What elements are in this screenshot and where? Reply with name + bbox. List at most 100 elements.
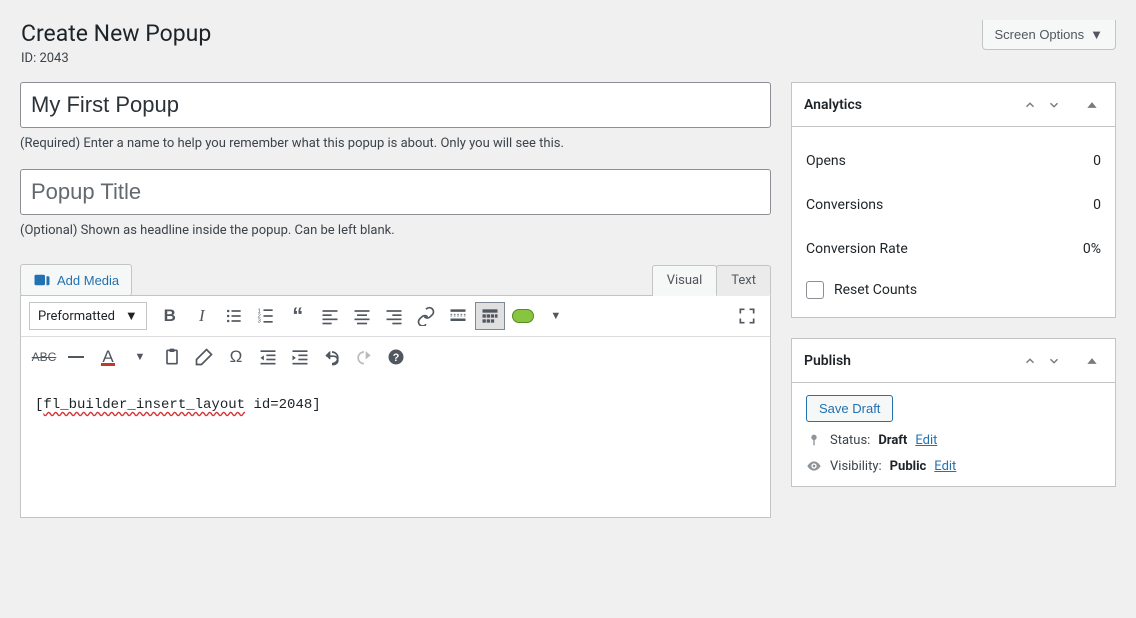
text-color-dropdown-button[interactable]: ▼: [125, 343, 155, 371]
status-value: Draft: [878, 433, 907, 448]
fullscreen-icon: [737, 306, 757, 326]
media-icon: [33, 271, 51, 289]
outdent-button[interactable]: [253, 343, 283, 371]
strikethrough-button[interactable]: ABC: [29, 343, 59, 371]
clear-formatting-button[interactable]: [189, 343, 219, 371]
toolbar-toggle-icon: [480, 306, 500, 326]
title-helper-text: (Optional) Shown as headline inside the …: [20, 223, 771, 238]
format-select-label: Preformatted: [38, 309, 115, 324]
status-label: Status:: [830, 433, 870, 448]
caret-down-icon: ▼: [550, 310, 561, 322]
omega-icon: Ω: [230, 347, 243, 367]
bullet-list-button[interactable]: [219, 302, 249, 330]
align-center-button[interactable]: [347, 302, 377, 330]
add-media-label: Add Media: [57, 273, 119, 288]
italic-button[interactable]: I: [187, 302, 217, 330]
chevron-up-icon: [1023, 98, 1037, 112]
svg-text:?: ?: [393, 352, 400, 364]
toggle-panel-button[interactable]: [1081, 94, 1103, 116]
link-button[interactable]: [411, 302, 441, 330]
numbered-list-icon: 123: [256, 306, 276, 326]
move-down-button[interactable]: [1043, 94, 1065, 116]
pin-icon: [806, 432, 822, 448]
visibility-label: Visibility:: [830, 459, 882, 474]
quote-icon: “: [292, 303, 303, 329]
popup-name-input[interactable]: [20, 82, 771, 128]
fullscreen-button[interactable]: [732, 302, 762, 330]
undo-icon: [322, 347, 342, 367]
opens-label: Opens: [806, 153, 846, 169]
publish-title: Publish: [804, 353, 851, 369]
visibility-value: Public: [890, 459, 927, 474]
caret-down-icon: ▼: [1090, 27, 1103, 42]
screen-options-label: Screen Options: [995, 27, 1085, 42]
screen-options-button[interactable]: Screen Options ▼: [982, 20, 1116, 50]
analytics-panel: Analytics Opens 0 Conversions 0 Conversion…: [791, 82, 1116, 318]
undo-button[interactable]: [317, 343, 347, 371]
align-right-icon: [384, 306, 404, 326]
strikethrough-icon: ABC: [32, 350, 57, 364]
editor-container: Preformatted ▼ B I 123 “: [20, 295, 771, 518]
popup-title-input[interactable]: [20, 169, 771, 215]
hr-icon: [68, 356, 84, 358]
read-more-button[interactable]: [443, 302, 473, 330]
popup-id-label: ID: 2043: [21, 51, 1116, 66]
chevron-up-icon: [1023, 354, 1037, 368]
reset-counts-checkbox[interactable]: [806, 281, 824, 299]
hr-button[interactable]: [61, 343, 91, 371]
redo-button[interactable]: [349, 343, 379, 371]
align-left-icon: [320, 306, 340, 326]
text-color-button[interactable]: A: [93, 343, 123, 371]
align-right-button[interactable]: [379, 302, 409, 330]
tab-text[interactable]: Text: [716, 265, 771, 296]
edit-status-link[interactable]: Edit: [915, 433, 937, 448]
numbered-list-button[interactable]: 123: [251, 302, 281, 330]
move-down-button[interactable]: [1043, 350, 1065, 372]
move-up-button[interactable]: [1019, 94, 1041, 116]
paste-text-button[interactable]: [157, 343, 187, 371]
page-title: Create New Popup: [21, 20, 1116, 47]
analytics-title: Analytics: [804, 97, 862, 113]
indent-icon: [290, 347, 310, 367]
plugin-button[interactable]: [507, 302, 539, 330]
indent-button[interactable]: [285, 343, 315, 371]
align-left-button[interactable]: [315, 302, 345, 330]
reset-counts-label: Reset Counts: [834, 282, 917, 298]
eraser-icon: [194, 347, 214, 367]
toggle-panel-button[interactable]: [1081, 350, 1103, 372]
toolbar-toggle-button[interactable]: [475, 302, 505, 330]
redo-icon: [354, 347, 374, 367]
editor-text: [fl_builder_insert_layout id=2048]: [35, 397, 321, 413]
edit-visibility-link[interactable]: Edit: [934, 459, 956, 474]
publish-panel: Publish Save Draft Status: Draft Edit: [791, 338, 1116, 487]
special-char-button[interactable]: Ω: [221, 343, 251, 371]
tab-visual[interactable]: Visual: [652, 265, 718, 296]
plugin-icon: [512, 309, 534, 323]
italic-icon: I: [199, 306, 205, 326]
plugin-dropdown-button[interactable]: ▼: [541, 302, 571, 330]
bullet-list-icon: [224, 306, 244, 326]
help-button[interactable]: ?: [381, 343, 411, 371]
caret-up-icon: [1085, 98, 1099, 112]
conversions-value: 0: [1093, 197, 1101, 213]
caret-up-icon: [1085, 354, 1099, 368]
editor-content-area[interactable]: [fl_builder_insert_layout id=2048]: [21, 377, 770, 517]
move-up-button[interactable]: [1019, 350, 1041, 372]
opens-value: 0: [1093, 153, 1101, 169]
align-center-icon: [352, 306, 372, 326]
svg-text:3: 3: [257, 319, 260, 325]
conversion-rate-label: Conversion Rate: [806, 241, 908, 257]
text-color-icon: A: [101, 348, 115, 366]
help-icon: ?: [386, 347, 406, 367]
format-select[interactable]: Preformatted ▼: [29, 302, 147, 330]
link-icon: [416, 306, 436, 326]
conversions-label: Conversions: [806, 197, 883, 213]
save-draft-button[interactable]: Save Draft: [806, 395, 893, 422]
eye-icon: [806, 458, 822, 474]
conversion-rate-value: 0%: [1083, 241, 1101, 257]
blockquote-button[interactable]: “: [283, 302, 313, 330]
bold-button[interactable]: B: [155, 302, 185, 330]
add-media-button[interactable]: Add Media: [20, 264, 132, 296]
name-helper-text: (Required) Enter a name to help you reme…: [20, 136, 771, 151]
clipboard-icon: [162, 347, 182, 367]
